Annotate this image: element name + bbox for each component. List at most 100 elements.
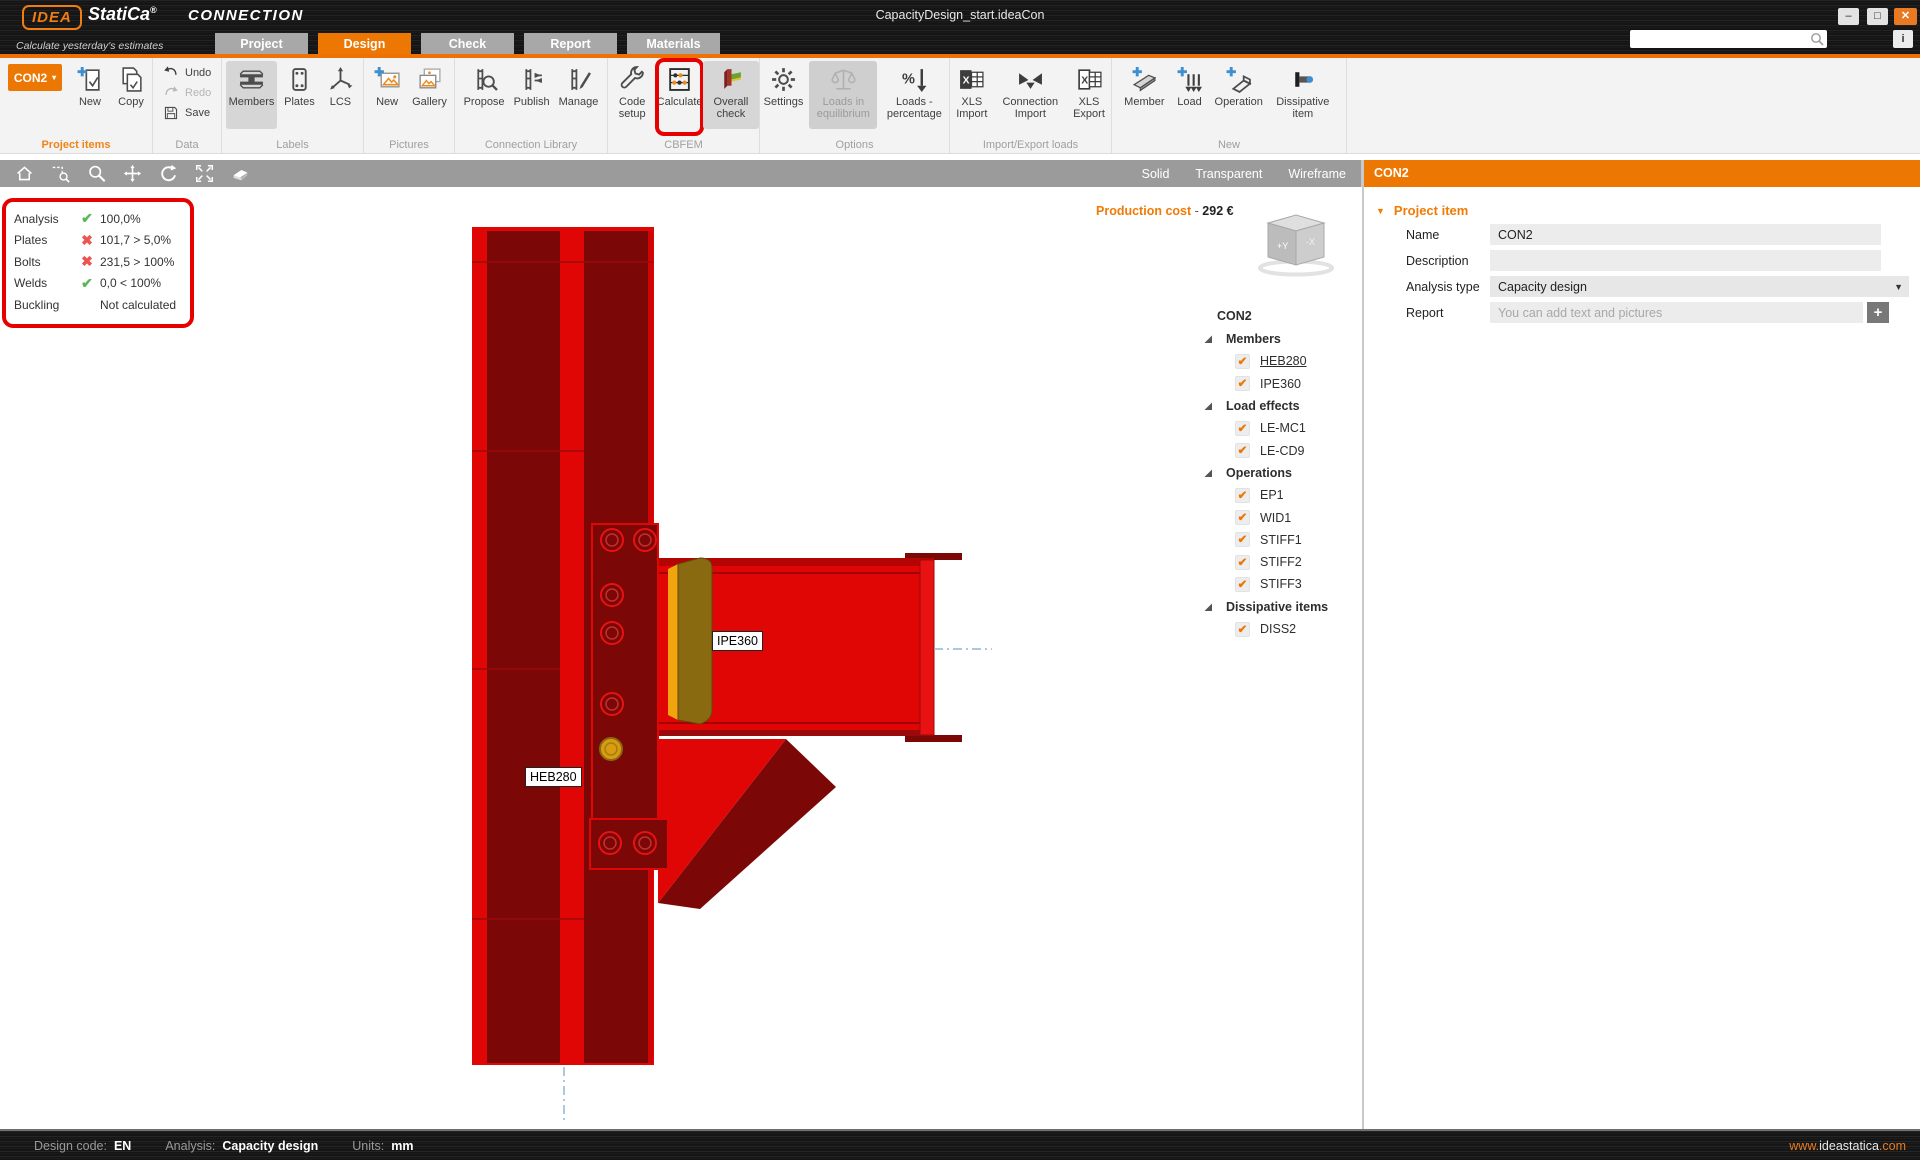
report-field[interactable] xyxy=(1490,302,1863,323)
view-mode-solid[interactable]: Solid xyxy=(1142,167,1170,181)
viewport-tool-pan[interactable] xyxy=(114,160,150,187)
tree-item-wid1[interactable]: ✔ WID1 xyxy=(1198,506,1362,528)
ribbon-button-members[interactable]: Members xyxy=(225,61,278,129)
tab-design[interactable]: Design xyxy=(318,33,411,54)
3d-viewport[interactable]: Analysis ✔ 100,0% Plates ✖ 101,7 > 5,0% Bolts ✖… xyxy=(0,187,1362,1129)
viewport-tool-zoom-window[interactable] xyxy=(42,160,78,187)
ribbon-button-overall-check[interactable]: Overall check xyxy=(702,61,760,129)
ribbon-button-load[interactable]: Load xyxy=(1171,61,1209,129)
ribbon-button-operation[interactable]: Operation xyxy=(1212,61,1266,129)
tree-root-item[interactable]: CON2 xyxy=(1198,305,1362,328)
tree-section-members[interactable]: Members xyxy=(1198,328,1362,350)
ribbon-button-redo[interactable]: Redo xyxy=(163,83,211,102)
viewport-tool-eraser[interactable] xyxy=(222,160,258,187)
viewport-tool-fit[interactable] xyxy=(186,160,222,187)
report-field-label: Report xyxy=(1406,305,1444,320)
ribbon-button-settings[interactable]: Settings xyxy=(761,61,807,129)
ribbon-button-dissipative-item[interactable]: Dissipative item xyxy=(1269,61,1337,129)
plates-icon xyxy=(286,63,313,95)
redo-icon xyxy=(163,85,179,101)
ribbon-button-gallery[interactable]: Gallery xyxy=(409,61,450,129)
checkbox-checked-icon[interactable]: ✔ xyxy=(1235,576,1250,592)
view-mode-wireframe[interactable]: Wireframe xyxy=(1288,167,1346,181)
load-add-icon xyxy=(1176,63,1203,95)
tab-project[interactable]: Project xyxy=(215,33,308,54)
tab-materials[interactable]: Materials xyxy=(627,33,720,54)
ribbon-button-save[interactable]: Save xyxy=(163,103,210,122)
viewport-tool-zoom[interactable] xyxy=(78,160,114,187)
ribbon-group-cbfem: Code setup Calculate Overall check CBFEM xyxy=(608,58,760,153)
ribbon-button-label: Gallery xyxy=(412,96,447,108)
tree-item-le-cd9[interactable]: ✔ LE-CD9 xyxy=(1198,439,1362,461)
checkbox-checked-icon[interactable]: ✔ xyxy=(1235,353,1250,369)
app-name: CONNECTION xyxy=(188,7,304,24)
expander-icon[interactable] xyxy=(1203,401,1213,411)
navigation-cube[interactable]: +Y -X xyxy=(1256,211,1336,277)
checkbox-checked-icon[interactable]: ✔ xyxy=(1235,443,1250,459)
search-input[interactable] xyxy=(1630,30,1827,48)
project-item-section-header[interactable]: ▼ Project item xyxy=(1376,203,1920,218)
tree-item-stiff1[interactable]: ✔ STIFF1 xyxy=(1198,529,1362,551)
checkbox-checked-icon[interactable]: ✔ xyxy=(1235,532,1250,548)
viewport-tool-home[interactable] xyxy=(6,160,42,187)
ribbon-button-calculate[interactable]: Calculate xyxy=(655,58,704,136)
ribbon-button-new[interactable]: New xyxy=(368,61,406,129)
view-mode-transparent[interactable]: Transparent xyxy=(1195,167,1262,181)
tab-check[interactable]: Check xyxy=(421,33,514,54)
analysis-row-value: Not calculated xyxy=(100,297,177,312)
ribbon-button-xls-export[interactable]: X XLS Export xyxy=(1067,61,1111,129)
ribbon-button-loads-in-equilibrium[interactable]: Loads in equilibrium xyxy=(809,61,878,129)
website-link[interactable]: www.ideastatica.com xyxy=(1789,1139,1906,1153)
tree-item-ep1[interactable]: ✔ EP1 xyxy=(1198,484,1362,506)
ribbon-button-plates[interactable]: Plates xyxy=(280,61,318,129)
tree-item-le-mc1[interactable]: ✔ LE-MC1 xyxy=(1198,417,1362,439)
tree-section-operations[interactable]: Operations xyxy=(1198,462,1362,484)
expander-icon[interactable] xyxy=(1203,334,1213,344)
ribbon-button-undo[interactable]: Undo xyxy=(163,63,211,82)
viewport-tool-rotate[interactable] xyxy=(150,160,186,187)
expander-icon[interactable] xyxy=(1203,602,1213,612)
status-value: EN xyxy=(113,1138,132,1153)
close-button[interactable]: ✕ xyxy=(1894,8,1917,25)
add-report-button[interactable]: + xyxy=(1867,302,1889,323)
tree-item-stiff2[interactable]: ✔ STIFF2 xyxy=(1198,551,1362,573)
ribbon-button-xls-import[interactable]: X XLS Import xyxy=(950,61,994,129)
ribbon-button-manage[interactable]: Manage xyxy=(556,61,602,129)
checkbox-checked-icon[interactable]: ✔ xyxy=(1235,376,1250,392)
ribbon-button-label: XLS Export xyxy=(1073,96,1105,120)
ribbon-button-connection-import[interactable]: Connection Import xyxy=(997,61,1064,129)
analysis-type-select[interactable]: Capacity design ▼ xyxy=(1490,276,1909,297)
ribbon-button-loads-percentage[interactable]: % Loads - percentage xyxy=(880,61,948,129)
minimize-button[interactable]: – xyxy=(1838,8,1859,25)
svg-text:X: X xyxy=(963,75,970,86)
ribbon-button-member[interactable]: Member xyxy=(1121,61,1167,129)
ribbon-button-copy[interactable]: Copy xyxy=(112,61,150,129)
info-button[interactable]: i xyxy=(1893,30,1913,48)
ribbon-button-lcs[interactable]: LCS xyxy=(321,61,359,129)
checkbox-checked-icon[interactable]: ✔ xyxy=(1235,510,1250,526)
maximize-button[interactable]: □ xyxy=(1867,8,1888,25)
checkbox-checked-icon[interactable]: ✔ xyxy=(1235,487,1250,503)
checkbox-checked-icon[interactable]: ✔ xyxy=(1235,420,1250,436)
name-field[interactable] xyxy=(1490,224,1881,245)
ribbon-button-label: Loads - percentage xyxy=(886,96,942,120)
tree-item-diss2[interactable]: ✔ DISS2 xyxy=(1198,618,1362,640)
tree-item-heb280[interactable]: ✔ HEB280 xyxy=(1198,350,1362,372)
checkbox-checked-icon[interactable]: ✔ xyxy=(1235,621,1250,637)
cross-icon: ✖ xyxy=(81,253,93,270)
tree-item-ipe360[interactable]: ✔ IPE360 xyxy=(1198,373,1362,395)
3d-model-steel-connection[interactable] xyxy=(0,187,1362,1129)
tree-item-stiff3[interactable]: ✔ STIFF3 xyxy=(1198,573,1362,595)
tree-section-dissipative-items[interactable]: Dissipative items xyxy=(1198,596,1362,618)
description-field[interactable] xyxy=(1490,250,1881,271)
checkbox-checked-icon[interactable]: ✔ xyxy=(1235,554,1250,570)
registered-mark: ® xyxy=(150,5,157,15)
ribbon-button-propose[interactable]: Propose xyxy=(461,61,508,129)
ribbon-button-con2[interactable]: CON2 ▾ xyxy=(8,64,62,91)
ribbon-button-new[interactable]: New xyxy=(71,61,109,129)
tab-report[interactable]: Report xyxy=(524,33,617,54)
tree-section-load-effects[interactable]: Load effects xyxy=(1198,395,1362,417)
ribbon-button-publish[interactable]: Publish xyxy=(511,61,553,129)
ribbon-button-code-setup[interactable]: Code setup xyxy=(608,61,656,129)
expander-icon[interactable] xyxy=(1203,468,1213,478)
